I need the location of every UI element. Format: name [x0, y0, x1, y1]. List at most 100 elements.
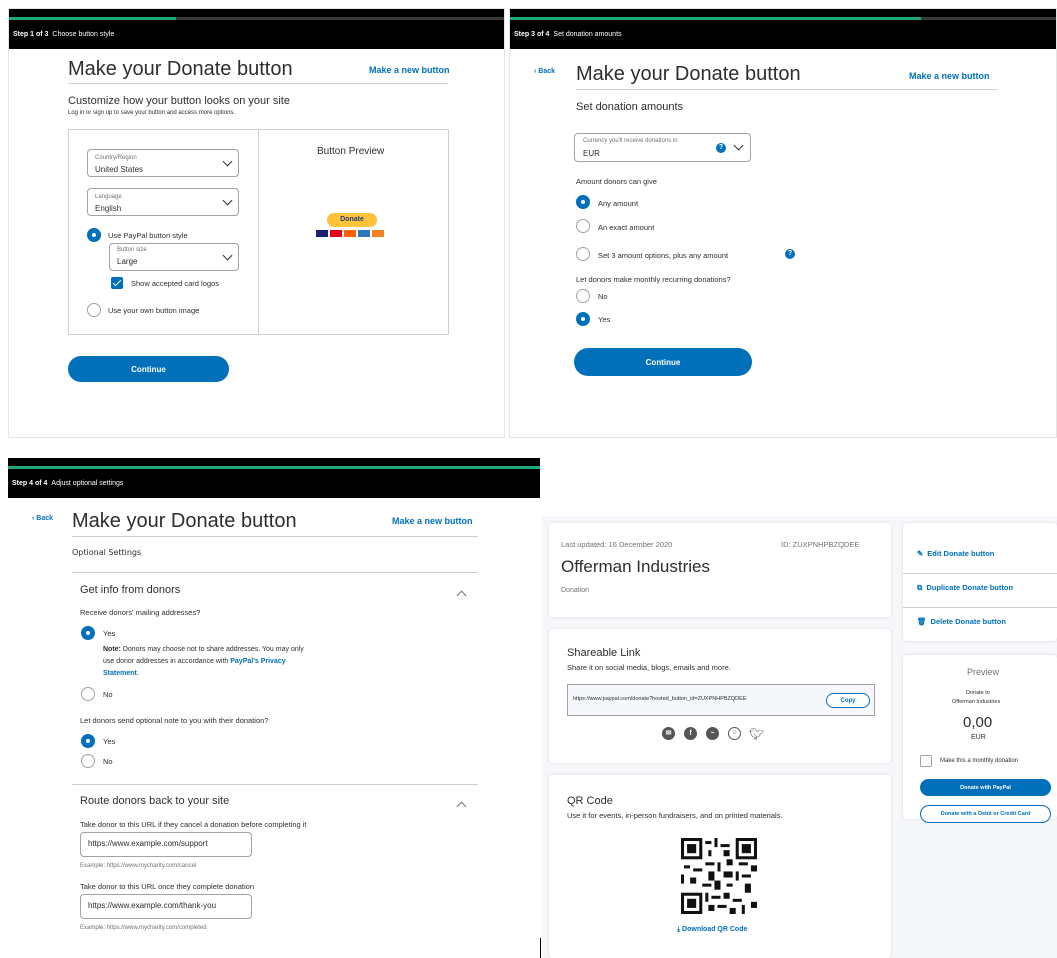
section-title-donor-info: Get info from donors	[80, 584, 181, 596]
page-title: Make your Donate button	[68, 58, 293, 80]
three-options-label: Set 3 amount options, plus any amount	[598, 251, 729, 260]
mailing-yes-label: Yes	[103, 629, 116, 638]
qr-desc: Use it for events, in-person fundraisers…	[567, 811, 783, 820]
any-amount-radio[interactable]	[576, 195, 590, 209]
step-header: Step 1 of 3 Choose button style	[9, 9, 504, 49]
button-type: Donation	[561, 587, 590, 594]
optional-heading: Optional Settings	[72, 548, 142, 557]
make-new-button-link[interactable]: Make a new button	[369, 65, 450, 75]
chevron-down-icon	[733, 140, 744, 151]
preview-title: Button Preview	[317, 146, 385, 157]
preview-card: Preview Donate to Offerman Industries 0,…	[903, 655, 1057, 823]
own-image-radio[interactable]	[87, 303, 101, 317]
actions-card: ✎ Edit Donate button ⧉ Duplicate Donate bu…	[903, 523, 1057, 641]
chevron-up-icon[interactable]	[456, 590, 467, 601]
help-icon[interactable]: ?	[785, 249, 795, 259]
duplicate-button-link[interactable]: ⧉ Duplicate Donate button	[917, 583, 1013, 593]
donate-to: Donate to	[966, 690, 990, 696]
twitter-icon[interactable]: 🐦︎	[749, 727, 764, 741]
paypal-style-label: Use PayPal button style	[108, 231, 188, 240]
step-number: Step 3 of 4	[514, 31, 550, 38]
continue-button[interactable]: Continue	[574, 348, 752, 376]
help-icon[interactable]: ?	[716, 143, 726, 153]
note-no-radio[interactable]	[81, 754, 95, 768]
button-id: ID: ZUXPNHPBZQDEE	[781, 540, 860, 549]
monthly-question: Let donors make monthly recurring donati…	[576, 275, 731, 284]
monthly-donation-label: Make this a monthly donation	[940, 758, 1019, 764]
whatsapp-icon[interactable]: ○	[728, 727, 741, 740]
step-text: Set donation amounts	[553, 31, 622, 38]
step-text: Adjust optional settings	[51, 480, 124, 487]
button-summary-card: Last updated: 16 December 2020 ID: ZUXPN…	[549, 523, 891, 617]
complete-url-input[interactable]: https://www.example.com/thank-you	[80, 894, 252, 919]
share-url-field[interactable]: https://www.paypal.com/donate?hosted_but…	[567, 684, 875, 716]
country-select[interactable]: Country/Region United States	[87, 149, 239, 177]
page-title: Make your Donate button	[72, 510, 297, 532]
email-icon[interactable]: ✉	[662, 727, 675, 740]
make-new-button-link[interactable]: Make a new button	[392, 516, 473, 526]
qr-code-card: QR Code Use it for events, in-person fun…	[549, 775, 891, 958]
donate-with-paypal-button[interactable]: Donate with PayPal	[920, 779, 1051, 796]
preview-org: Offerman Industries	[952, 699, 1001, 705]
qr-title: QR Code	[567, 795, 613, 807]
monthly-donation-checkbox[interactable]	[920, 755, 932, 767]
currency-select[interactable]: Currency you'll receive donations in EUR…	[574, 133, 751, 162]
privacy-statement-link-2[interactable]: Statement	[103, 670, 137, 677]
complete-url-label: Take donor to this URL once they complet…	[80, 882, 254, 891]
duplicate-icon: ⧉	[917, 583, 923, 592]
chevron-down-icon	[222, 195, 233, 206]
delete-button-link[interactable]: 🗑︎ Delete Donate button	[917, 617, 1006, 626]
chevron-down-icon	[222, 156, 233, 167]
trash-icon: 🗑︎	[917, 617, 927, 626]
donate-button-preview[interactable]: Donate	[327, 213, 377, 227]
section-title: Set donation amounts	[576, 101, 684, 113]
any-amount-label: Any amount	[598, 199, 639, 208]
monthly-no-radio[interactable]	[576, 289, 590, 303]
chevron-up-icon[interactable]	[456, 801, 467, 812]
make-new-button-link[interactable]: Make a new button	[909, 71, 990, 81]
donation-amount: 0,00	[963, 714, 993, 731]
mailing-no-label: No	[103, 690, 113, 699]
last-updated: Last updated: 16 December 2020	[561, 540, 673, 549]
edit-button-link[interactable]: ✎ Edit Donate button	[917, 549, 994, 558]
facebook-icon[interactable]: f	[684, 727, 697, 740]
mailing-no-radio[interactable]	[81, 687, 95, 701]
paypal-style-radio[interactable]	[87, 228, 101, 242]
subtitle: Customize how your button looks on your …	[68, 95, 290, 107]
button-size-select[interactable]: Button size Large	[109, 243, 239, 271]
progress-bar	[510, 17, 921, 20]
continue-button[interactable]: Continue	[68, 356, 229, 382]
panel-step1: Step 1 of 3 Choose button style Make your…	[8, 8, 505, 438]
divider-line	[540, 938, 541, 958]
cancel-url-input[interactable]: https://www.example.com/support	[80, 832, 252, 857]
three-options-radio[interactable]	[576, 247, 590, 261]
note-question: Let donors send optional note to you wit…	[80, 716, 269, 725]
amount-question: Amount donors can give	[576, 177, 657, 186]
copy-button[interactable]: Copy	[826, 693, 870, 708]
org-name: Offerman Industries	[561, 557, 710, 576]
subtitle-note: Log in or sign up to save your button an…	[68, 110, 236, 116]
qr-code-image	[681, 838, 757, 914]
note-yes-radio[interactable]	[81, 734, 95, 748]
step-text: Choose button style	[52, 31, 115, 38]
messenger-icon[interactable]: ~	[706, 727, 719, 740]
monthly-yes-radio[interactable]	[576, 312, 590, 326]
back-link[interactable]: ‹ Back	[534, 68, 555, 75]
exact-amount-label: An exact amount	[598, 223, 655, 232]
privacy-statement-link[interactable]: PayPal's Privacy	[230, 658, 285, 665]
note-yes-label: Yes	[103, 737, 116, 746]
download-qr-link[interactable]: ⤓ Download QR Code	[677, 926, 747, 934]
own-image-label: Use your own button image	[108, 306, 200, 315]
donate-with-card-button[interactable]: Donate with a Debit or Credit Card	[920, 805, 1051, 823]
progress-bar	[9, 17, 176, 20]
shareable-link-card: Shareable Link Share it on social media,…	[549, 629, 891, 763]
monthly-no-label: No	[598, 292, 608, 301]
back-link[interactable]: ‹ Back	[32, 515, 53, 522]
progress-bar	[8, 466, 540, 469]
exact-amount-radio[interactable]	[576, 219, 590, 233]
language-select[interactable]: Language English	[87, 188, 239, 216]
panel-step4: Step 4 of 4 Adjust optional settings ‹ Ba…	[8, 458, 540, 958]
panel-button-details: Last updated: 16 December 2020 ID: ZUXPN…	[542, 516, 1057, 958]
card-logos-checkbox[interactable]	[111, 277, 123, 289]
mailing-yes-radio[interactable]	[81, 626, 95, 640]
